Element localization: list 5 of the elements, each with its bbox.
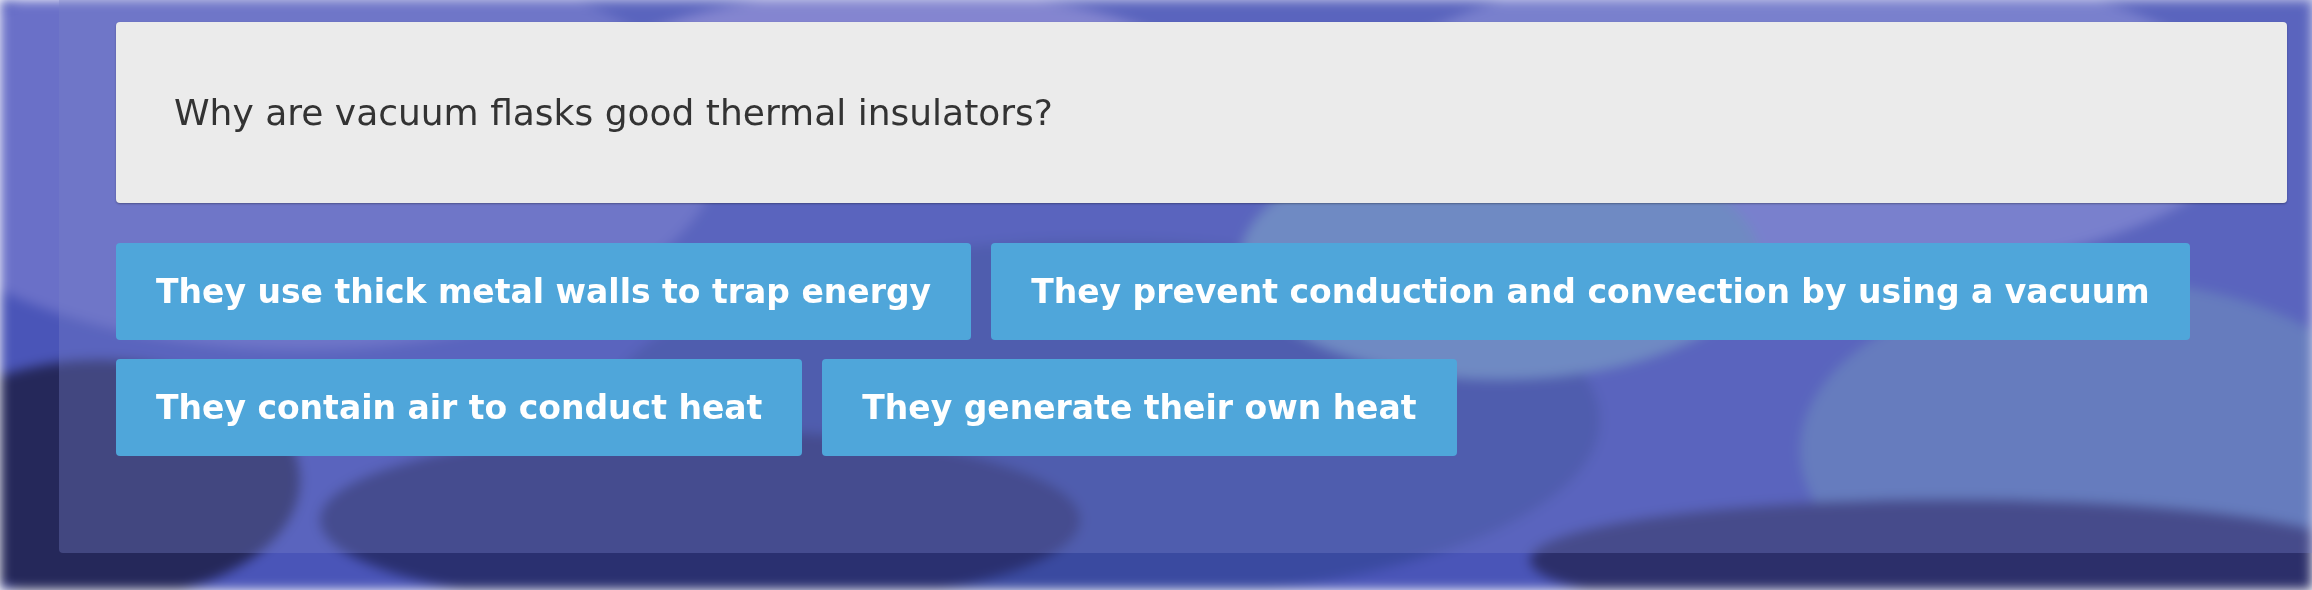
question-text: Why are vacuum flasks good thermal insulators? (174, 92, 1053, 133)
answer-button[interactable]: They generate their own heat (822, 359, 1457, 456)
answer-button[interactable]: They use thick metal walls to trap energy (116, 243, 972, 340)
answer-button[interactable]: They contain air to conduct heat (116, 359, 803, 456)
answer-button[interactable]: They prevent conduction and convection by using a vacuum (991, 243, 2190, 340)
